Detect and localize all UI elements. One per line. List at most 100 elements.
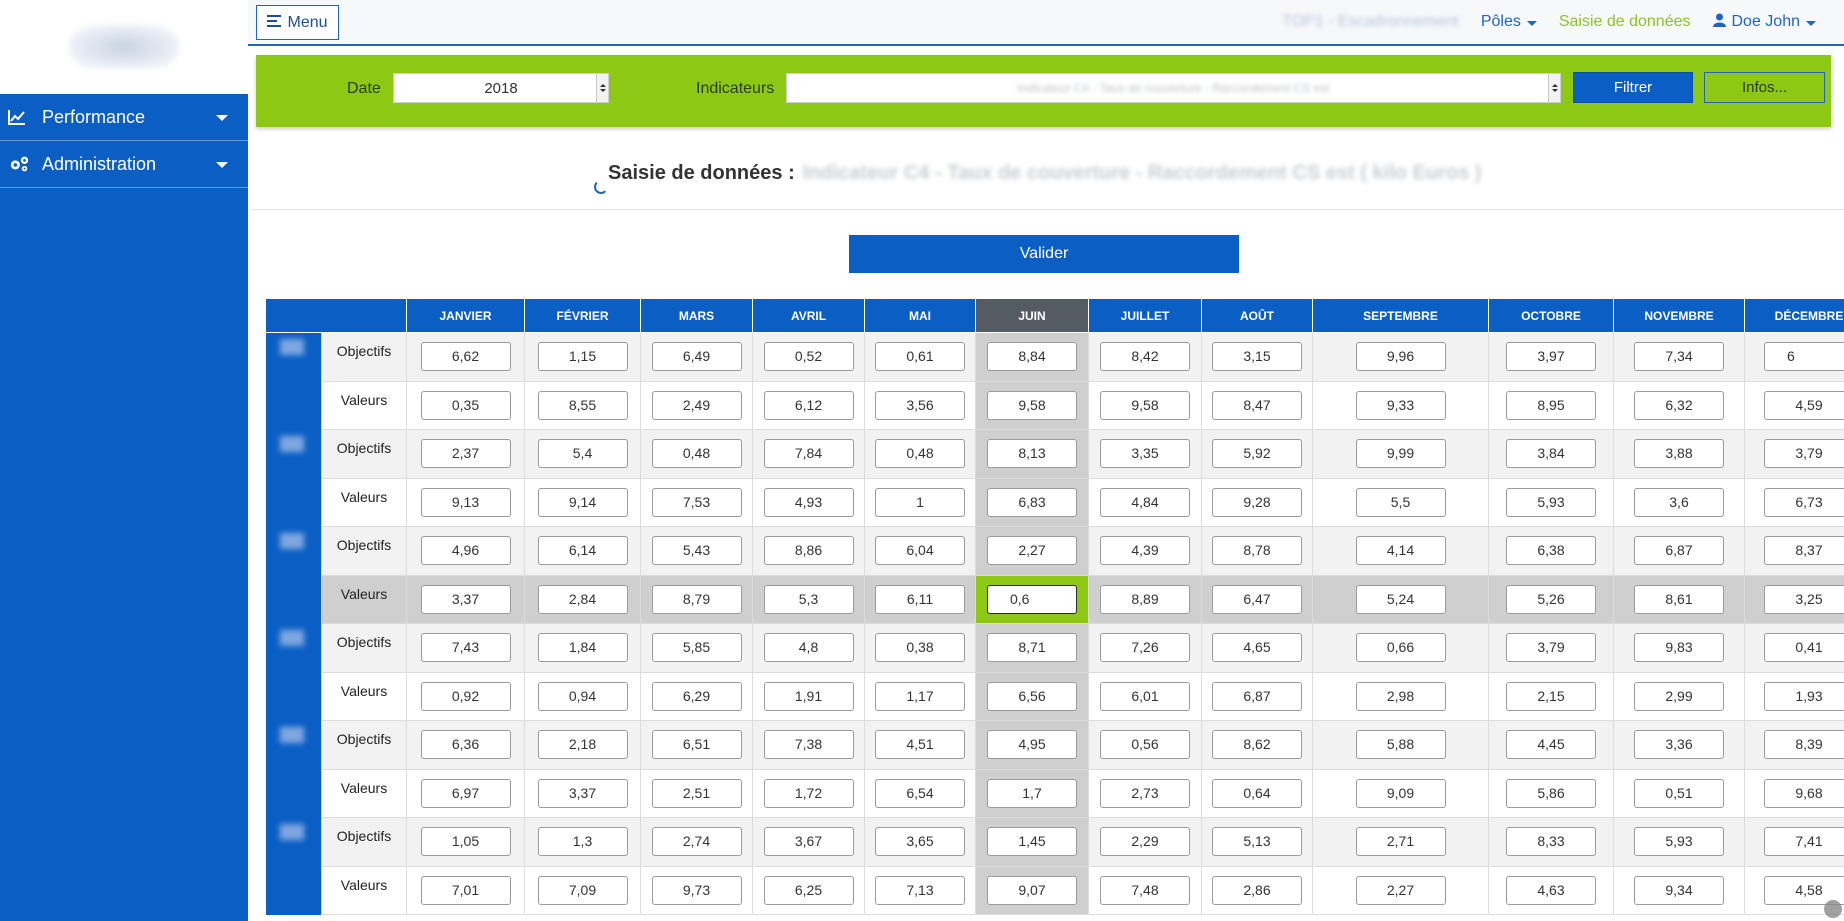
objectif-input[interactable]: 2,71 — [1355, 827, 1446, 857]
valeur-input[interactable]: 1,17 — [875, 681, 965, 711]
user-menu[interactable]: Doe John — [1712, 13, 1816, 32]
valeur-input[interactable]: 2,73 — [1100, 778, 1190, 808]
objectif-input[interactable]: 8,71 — [987, 633, 1077, 663]
objectif-input[interactable]: 8,33 — [1506, 827, 1596, 857]
objectif-input[interactable]: 4,45 — [1506, 730, 1596, 760]
objectif-input[interactable]: 3,97 — [1506, 342, 1596, 372]
valeur-input[interactable]: 1 — [875, 487, 965, 517]
valeur-input[interactable]: 6,97 — [420, 778, 511, 808]
valeur-input[interactable]: 6,87 — [1212, 681, 1302, 711]
valeur-input[interactable]: 5,93 — [1506, 487, 1596, 517]
objectif-input[interactable]: 2,37 — [420, 439, 511, 469]
objectif-input[interactable]: 3,15 — [1212, 342, 1302, 372]
valeur-input[interactable]: 8,95 — [1506, 390, 1596, 420]
objectif-input[interactable]: 2,29 — [1100, 827, 1190, 857]
info-button[interactable]: Infos... — [1704, 72, 1825, 103]
objectif-input[interactable]: 2,74 — [651, 827, 742, 857]
objectif-input[interactable]: 7,38 — [763, 730, 854, 760]
objectif-input[interactable]: 3,65 — [875, 827, 965, 857]
settings-badge-icon[interactable] — [1824, 900, 1842, 918]
objectif-input[interactable]: 5,43 — [651, 536, 742, 566]
sidebar-item-performance[interactable]: Performance — [0, 94, 248, 141]
objectif-input[interactable]: 5,92 — [1212, 439, 1302, 469]
objectif-input[interactable]: 6,51 — [651, 730, 742, 760]
objectif-input[interactable]: 0,48 — [651, 439, 742, 469]
objectif-input[interactable]: 6,87 — [1634, 536, 1724, 566]
objectif-input[interactable]: 5,13 — [1212, 827, 1302, 857]
objectif-input[interactable]: 6,14 — [537, 536, 628, 566]
valeur-input[interactable]: 9,09 — [1355, 778, 1446, 808]
menu-button[interactable]: Menu — [256, 5, 339, 40]
objectif-input[interactable]: 8,37 — [1764, 536, 1844, 566]
valeur-input[interactable]: 0,92 — [420, 681, 511, 711]
valeur-input[interactable]: 6,25 — [763, 875, 854, 905]
objectif-input[interactable]: 7,84 — [763, 439, 854, 469]
objectif-input[interactable]: 4,95 — [987, 730, 1077, 760]
valeur-input[interactable]: 1,91 — [763, 681, 854, 711]
objectif-input[interactable]: 1,84 — [537, 633, 628, 663]
objectif-input[interactable]: 4,65 — [1212, 633, 1302, 663]
valeur-input[interactable]: 1,93 — [1764, 681, 1844, 711]
objectif-input[interactable]: 1,45 — [987, 827, 1077, 857]
valeur-input[interactable]: 2,84 — [537, 584, 628, 614]
valeur-input[interactable]: 9,14 — [537, 487, 628, 517]
valeur-input[interactable]: 3,37 — [537, 778, 628, 808]
valeur-input[interactable]: 9,33 — [1355, 390, 1446, 420]
objectif-input[interactable]: 6,38 — [1506, 536, 1596, 566]
objectif-input[interactable]: 3,67 — [763, 827, 854, 857]
valeur-input[interactable]: 6,54 — [875, 778, 965, 808]
valeur-input[interactable]: 3,6 — [1634, 487, 1724, 517]
valeur-input[interactable]: 8,47 — [1212, 390, 1302, 420]
objectif-input[interactable]: 0,56 — [1100, 730, 1190, 760]
valeur-input[interactable]: 6,01 — [1100, 681, 1190, 711]
valeur-input[interactable]: 6,56 — [987, 681, 1077, 711]
objectif-input[interactable]: 0,48 — [875, 439, 965, 469]
objectif-input[interactable]: 9,96 — [1355, 342, 1446, 372]
objectif-input[interactable]: 0,61 — [875, 342, 965, 372]
valeur-input[interactable]: 7,53 — [651, 487, 742, 517]
filter-button[interactable]: Filtrer — [1573, 72, 1693, 103]
valeur-input[interactable]: 5,3 — [763, 584, 854, 614]
valeur-input[interactable]: 2,15 — [1506, 681, 1596, 711]
valeur-input[interactable]: 2,98 — [1355, 681, 1446, 711]
objectif-input[interactable]: 7,34 — [1634, 342, 1724, 372]
objectif-input[interactable]: 9,83 — [1634, 633, 1724, 663]
objectif-input[interactable]: 5,93 — [1634, 827, 1724, 857]
objectif-input[interactable]: 6,49 — [651, 342, 742, 372]
objectif-input[interactable]: 8,62 — [1212, 730, 1302, 760]
valeur-input[interactable]: 7,01 — [420, 875, 511, 905]
valeur-input[interactable]: 3,56 — [875, 390, 965, 420]
valeur-input[interactable]: 7,13 — [875, 875, 965, 905]
valeur-input[interactable]: 9,13 — [420, 487, 511, 517]
objectif-input[interactable]: 8,78 — [1212, 536, 1302, 566]
valeur-input[interactable]: 4,84 — [1100, 487, 1190, 517]
sidebar-item-administration[interactable]: Administration — [0, 141, 248, 188]
indicateurs-select[interactable]: Indicateur C4 - Taux de couverture - Rac… — [786, 73, 1561, 103]
objectif-input[interactable]: 1,15 — [537, 342, 628, 372]
objectif-input[interactable]: 6 — [1764, 342, 1844, 372]
app-logo[interactable] — [69, 25, 179, 69]
objectif-input[interactable]: 7,26 — [1100, 633, 1190, 663]
valeur-input[interactable]: 1,72 — [763, 778, 854, 808]
objectif-input[interactable]: 8,84 — [987, 342, 1077, 372]
validate-button[interactable]: Valider — [849, 235, 1239, 273]
objectif-input[interactable]: 4,39 — [1100, 536, 1190, 566]
valeur-input[interactable]: 9,68 — [1764, 778, 1844, 808]
valeur-input[interactable]: 6,29 — [651, 681, 742, 711]
nav-poles-dropdown[interactable]: Pôles — [1481, 13, 1537, 31]
valeur-input[interactable]: 8,79 — [651, 584, 742, 614]
valeur-input[interactable]: 8,61 — [1634, 584, 1724, 614]
objectif-input[interactable]: 3,79 — [1506, 633, 1596, 663]
objectif-input[interactable]: 4,96 — [420, 536, 511, 566]
objectif-input[interactable]: 6,04 — [875, 536, 965, 566]
valeur-input[interactable]: 3,37 — [420, 584, 511, 614]
valeur-input[interactable]: 6,32 — [1634, 390, 1724, 420]
objectif-input[interactable]: 5,88 — [1355, 730, 1446, 760]
objectif-input[interactable]: 4,51 — [875, 730, 965, 760]
valeur-input[interactable]: 1,7 — [987, 778, 1077, 808]
objectif-input[interactable]: 3,36 — [1634, 730, 1724, 760]
objectif-input[interactable]: 8,39 — [1764, 730, 1844, 760]
objectif-input[interactable]: 3,88 — [1634, 439, 1724, 469]
valeur-input[interactable]: 9,58 — [987, 390, 1077, 420]
valeur-input[interactable]: 0,51 — [1634, 778, 1724, 808]
